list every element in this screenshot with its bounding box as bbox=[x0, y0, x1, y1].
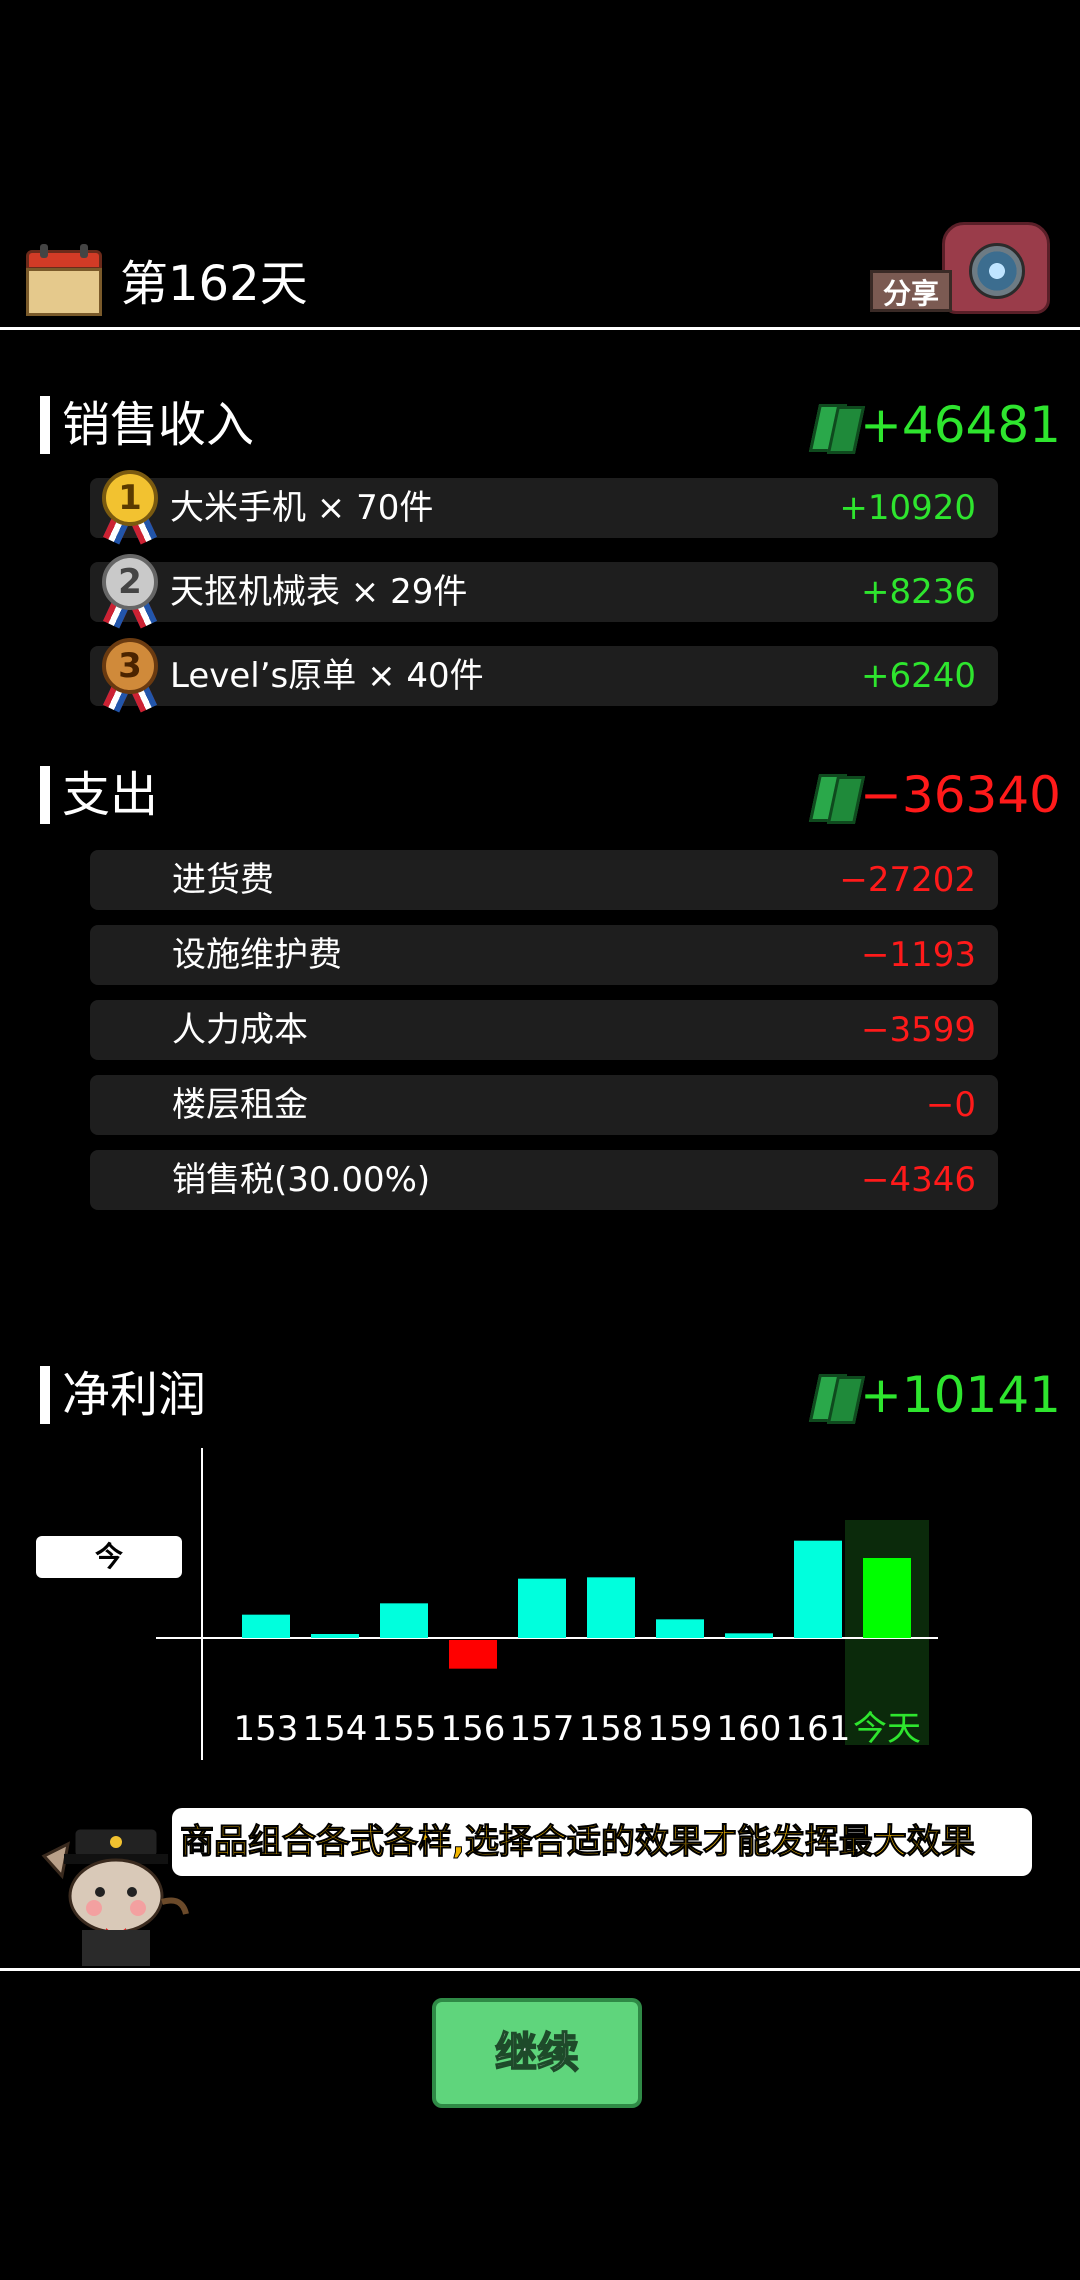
tick-label-今天: 今天 bbox=[853, 1709, 921, 1749]
bar-154 bbox=[311, 1634, 359, 1638]
tick-label-159: 159 bbox=[648, 1709, 713, 1749]
day-title: 第162天 bbox=[120, 256, 308, 312]
header-divider bbox=[0, 327, 1080, 330]
expense-item-label: 设施维护费 bbox=[172, 935, 342, 975]
income-item-value: +8236 bbox=[860, 572, 976, 612]
income-row: 天抠机械表 × 29件 +8236 bbox=[90, 562, 998, 622]
expense-item-label: 楼层租金 bbox=[172, 1085, 308, 1125]
camera-icon bbox=[942, 222, 1050, 314]
profit-total: +10141 bbox=[860, 1366, 1061, 1424]
income-title: 销售收入 bbox=[62, 397, 255, 453]
cash-icon bbox=[808, 1370, 866, 1424]
continue-label: 继续 bbox=[494, 2027, 580, 2078]
continue-button[interactable]: 继续 bbox=[432, 1998, 642, 2108]
income-row: 大米手机 × 70件 +10920 bbox=[90, 478, 998, 538]
tick-label-156: 156 bbox=[441, 1709, 506, 1749]
income-item-value: +10920 bbox=[839, 488, 976, 528]
income-item-label: Level’s原单 × 40件 bbox=[170, 656, 484, 696]
calendar-icon bbox=[26, 244, 102, 316]
expense-row: 楼层租金 −0 bbox=[90, 1075, 998, 1135]
expense-title: 支出 bbox=[62, 767, 159, 823]
bar-158 bbox=[587, 1577, 635, 1638]
section-marker bbox=[40, 396, 50, 454]
tick-label-157: 157 bbox=[510, 1709, 575, 1749]
expense-item-value: −27202 bbox=[839, 860, 976, 900]
bar-160 bbox=[725, 1633, 773, 1638]
expense-row: 人力成本 −3599 bbox=[90, 1000, 998, 1060]
expense-item-label: 进货费 bbox=[172, 860, 274, 900]
income-row: Level’s原单 × 40件 +6240 bbox=[90, 646, 998, 706]
income-item-label: 大米手机 × 70件 bbox=[170, 488, 434, 528]
income-total: +46481 bbox=[860, 396, 1061, 454]
section-marker bbox=[40, 766, 50, 824]
income-item-label: 天抠机械表 × 29件 bbox=[170, 572, 468, 612]
tip-bubble: 商品组合各式各样,选择合适的效果才能发挥最大效果 bbox=[172, 1808, 1032, 1876]
today-value-tag: 今天:10141 bbox=[36, 1536, 182, 1615]
bar-161 bbox=[794, 1540, 842, 1638]
bar-今天 bbox=[863, 1558, 911, 1638]
expense-row: 销售税(30.00%) −4346 bbox=[90, 1150, 998, 1210]
expense-item-value: −0 bbox=[925, 1085, 976, 1125]
bar-153 bbox=[242, 1614, 290, 1638]
tick-label-160: 160 bbox=[717, 1709, 782, 1749]
tip-text: 商品组合各式各样,选择合适的效果才能发挥最大效果 bbox=[180, 1822, 976, 1863]
expense-item-label: 销售税(30.00%) bbox=[172, 1160, 431, 1200]
silver-medal-icon: 2 bbox=[102, 554, 158, 629]
tick-label-153: 153 bbox=[234, 1709, 299, 1749]
cash-icon bbox=[808, 770, 866, 824]
share-button[interactable]: 分享 bbox=[870, 222, 1050, 322]
share-label: 分享 bbox=[870, 270, 952, 312]
expense-item-value: −1193 bbox=[860, 935, 976, 975]
tick-label-158: 158 bbox=[579, 1709, 644, 1749]
profit-title: 净利润 bbox=[62, 1367, 207, 1423]
expense-total: −36340 bbox=[860, 766, 1061, 824]
expense-row: 进货费 −27202 bbox=[90, 850, 998, 910]
bar-157 bbox=[518, 1578, 566, 1638]
bar-156 bbox=[449, 1640, 497, 1669]
expense-item-label: 人力成本 bbox=[172, 1010, 308, 1050]
footer-divider bbox=[0, 1968, 1080, 1971]
gold-medal-icon: 1 bbox=[102, 470, 158, 545]
section-marker bbox=[40, 1366, 50, 1424]
tick-label-155: 155 bbox=[372, 1709, 437, 1749]
bronze-medal-icon: 3 bbox=[102, 638, 158, 713]
income-item-value: +6240 bbox=[860, 656, 976, 696]
expense-row: 设施维护费 −1193 bbox=[90, 925, 998, 985]
bar-155 bbox=[380, 1603, 428, 1638]
bar-159 bbox=[656, 1619, 704, 1638]
expense-item-value: −4346 bbox=[860, 1160, 976, 1200]
tick-label-161: 161 bbox=[786, 1709, 851, 1749]
expense-item-value: −3599 bbox=[860, 1010, 976, 1050]
tick-label-154: 154 bbox=[303, 1709, 368, 1749]
cash-icon bbox=[808, 400, 866, 454]
